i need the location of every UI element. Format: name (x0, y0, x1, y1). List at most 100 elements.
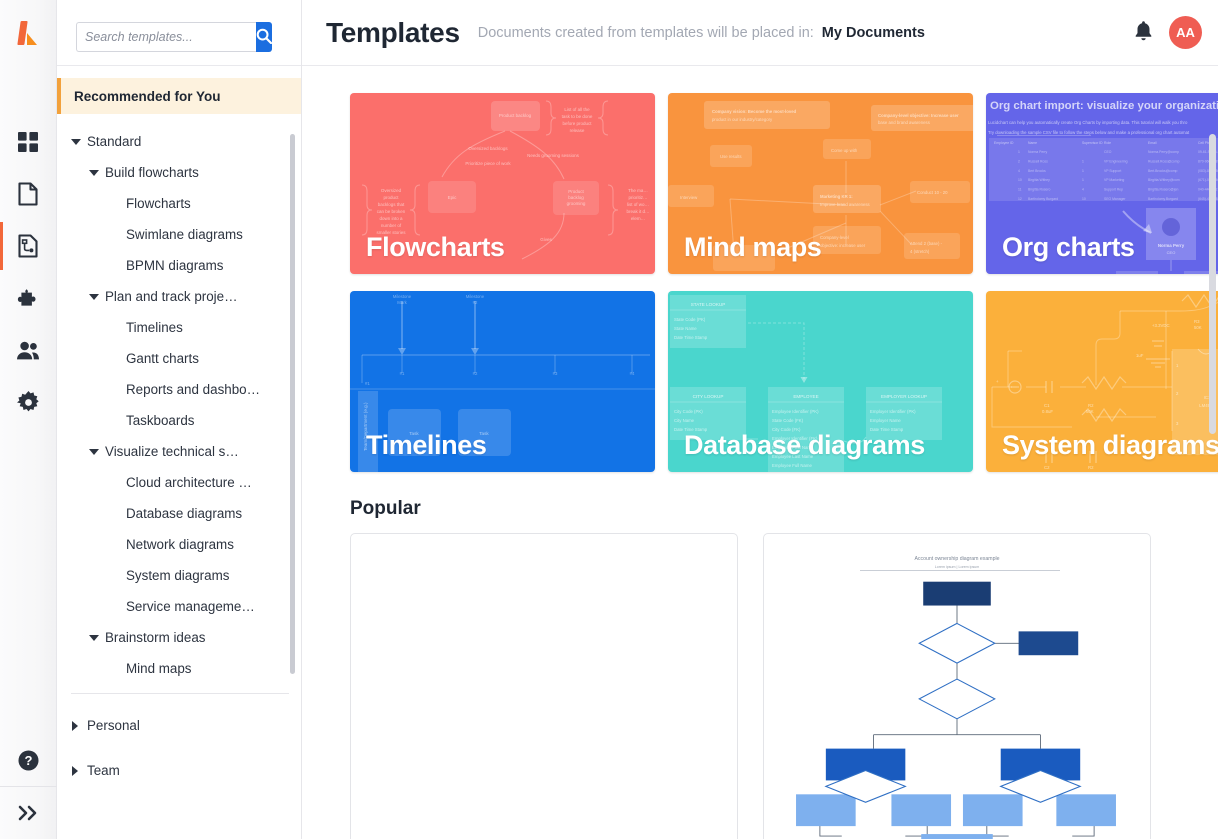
search-button[interactable] (256, 22, 273, 52)
rail-item-templates[interactable] (0, 220, 57, 272)
tree-item[interactable]: Gantt charts (57, 343, 283, 374)
rail-item-help[interactable]: ? (0, 734, 57, 786)
tree-group[interactable]: Team (57, 748, 283, 793)
chevron-down-icon[interactable] (89, 447, 99, 456)
svg-text:20K: 20K (1086, 471, 1094, 472)
template-card-system-diagrams[interactable]: +3.3VDC R350K 1uF C10.8uF R250K C20.8uF … (986, 291, 1218, 472)
diagram-document-icon (18, 234, 38, 258)
tree-item[interactable]: BPMN diagrams (57, 250, 283, 281)
template-card-timelines[interactable]: Milestone Mark Milestone #2 #1 #2 #3 #4 #1 Te… (350, 291, 655, 472)
tree-item[interactable]: System diagrams (57, 560, 283, 591)
popular-card-flowchart[interactable]: Account ownership diagram example Lorem … (763, 533, 1151, 839)
avatar[interactable]: AA (1169, 16, 1202, 49)
svg-text:?: ? (25, 753, 33, 768)
tree-item[interactable]: Build flowcharts (57, 157, 283, 188)
templates-content: Product backlog Epic Product backlog groom… (302, 66, 1218, 839)
template-card-title: Flowcharts (366, 232, 505, 262)
caret-spacer (110, 478, 119, 487)
caret-spacer (110, 540, 119, 549)
tree-item[interactable]: Database diagrams (57, 498, 283, 529)
destination-folder-link[interactable]: My Documents (822, 25, 925, 41)
tree-item[interactable]: Reports and dashbo… (57, 374, 283, 405)
rail-item-documents[interactable] (0, 168, 57, 220)
app-root: ? Recommended for You (0, 0, 1218, 839)
svg-text:0.8uF: 0.8uF (1042, 409, 1053, 414)
tree-item[interactable]: Visualize technical s… (57, 436, 283, 467)
sidebar-item-recommended[interactable]: Recommended for You (57, 78, 301, 114)
page-scrollbar-thumb[interactable] (1209, 134, 1216, 434)
tree-item[interactable]: Taskboards (57, 405, 283, 436)
svg-text:backlogs that: backlogs that (378, 202, 405, 207)
template-card-title: Database diagrams (684, 430, 925, 460)
chevron-right-icon[interactable] (71, 766, 80, 776)
tree-item[interactable]: Network diagrams (57, 529, 283, 560)
tree-group[interactable]: Personal (57, 703, 283, 748)
svg-text:50K: 50K (1194, 325, 1202, 330)
rail-item-dashboard[interactable] (0, 116, 57, 168)
popular-flowchart-svg (796, 581, 1116, 839)
caret-spacer (110, 602, 119, 611)
svg-text:Company-level objective: Incre: Company-level objective: Increase user (878, 113, 959, 118)
templates-sidebar: Recommended for You Standard Build flowch… (57, 0, 302, 839)
search-input[interactable] (76, 22, 256, 52)
sidebar-scrollbar-thumb[interactable] (290, 134, 295, 674)
svg-text:10: 10 (1018, 178, 1022, 182)
tree-item[interactable]: Flowcharts (57, 188, 283, 219)
rail-item-team[interactable] (0, 324, 57, 376)
tree-item[interactable]: Service manageme… (57, 591, 283, 622)
svg-text:number of: number of (381, 223, 402, 228)
notifications-button[interactable] (1134, 20, 1153, 46)
chevron-right-icon[interactable] (71, 721, 80, 731)
tree-item[interactable]: Plan and track proje… (57, 281, 283, 312)
tree-item-label: Brainstorm ideas (105, 630, 206, 645)
svg-text:Company-level: Company-level (820, 235, 849, 240)
svg-text:Employee Full Name: Employee Full Name (772, 463, 812, 468)
svg-text:Mark: Mark (397, 300, 407, 305)
svg-text:Interview: Interview (680, 195, 698, 200)
svg-text:4 (stretch): 4 (stretch) (910, 249, 930, 254)
tree-item[interactable]: Swimlane diagrams (57, 219, 283, 250)
caret-spacer (110, 261, 119, 270)
tree-item[interactable]: Brainstorm ideas (57, 622, 283, 653)
svg-text:Support Rep: Support Rep (1104, 188, 1123, 192)
tree-item-label: System diagrams (126, 568, 230, 583)
svg-text:VP Marketing: VP Marketing (1104, 178, 1124, 182)
tree-item[interactable]: Mind maps (57, 653, 283, 684)
caret-spacer (110, 385, 119, 394)
template-card-mind-maps[interactable]: Company vision: Become the most-loved pr… (668, 93, 973, 274)
svg-text:C2: C2 (1044, 465, 1050, 470)
tree-divider (71, 693, 289, 694)
svg-text:Try downloading the sample CSV: Try downloading the sample CSV file to f… (988, 130, 1190, 135)
popular-card-blank[interactable] (350, 533, 738, 839)
main-area: Templates Documents created from templat… (302, 0, 1218, 839)
app-logo[interactable] (0, 0, 56, 66)
svg-text:0.8uF: 0.8uF (1042, 471, 1053, 472)
svg-text:VP Engineering: VP Engineering (1104, 159, 1128, 163)
rail-item-integrations[interactable] (0, 272, 57, 324)
svg-text:12: 12 (1018, 197, 1022, 201)
lucid-logo-icon (17, 21, 38, 45)
rail-item-expand[interactable] (0, 787, 57, 839)
svg-text:Employer Identifier (PK): Employer Identifier (PK) (870, 409, 916, 414)
svg-text:EMPLOYER LOOKUP: EMPLOYER LOOKUP (881, 394, 927, 399)
chevron-down-icon[interactable] (71, 137, 81, 146)
tree-item-label: Reports and dashbo… (126, 382, 260, 397)
svg-text:Russell Ross: Russell Ross (1028, 159, 1048, 163)
tree-item[interactable]: Standard (57, 126, 283, 157)
svg-text:#3: #3 (553, 371, 558, 376)
chevron-down-icon[interactable] (89, 292, 99, 301)
avatar-initials: AA (1176, 25, 1195, 40)
template-card-org-charts[interactable]: Org chart import: visualize your organiz… (986, 93, 1218, 274)
chevron-down-icon[interactable] (89, 633, 99, 642)
tree-item[interactable]: Cloud architecture … (57, 467, 283, 498)
svg-text:Norma Perry: Norma Perry (1028, 150, 1048, 154)
popular-grid: Account ownership diagram example Lorem … (350, 533, 1218, 839)
chevron-down-icon[interactable] (89, 168, 99, 177)
template-card-database-diagrams[interactable]: STATE LOOKUP State Code (PK) State Name Dat… (668, 291, 973, 472)
svg-text:Email: Email (1148, 141, 1157, 145)
svg-text:Supervisor ID: Supervisor ID (1082, 141, 1103, 145)
rail-item-settings[interactable] (0, 376, 57, 428)
tree-item[interactable]: Timelines (57, 312, 283, 343)
svg-text:R2: R2 (1088, 403, 1094, 408)
template-card-flowcharts[interactable]: Product backlog Epic Product backlog groom… (350, 93, 655, 274)
